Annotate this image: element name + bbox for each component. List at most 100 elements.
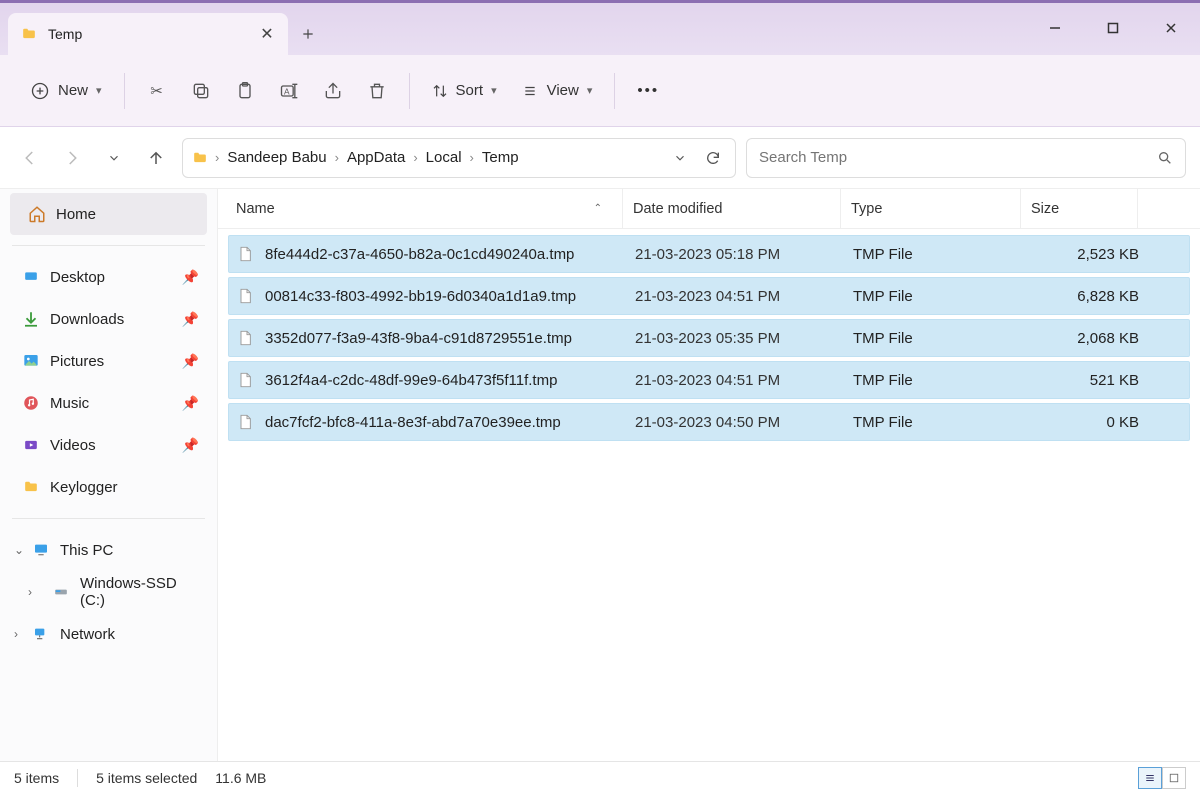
file-name: 8fe444d2-c37a-4650-b82a-0c1cd490240a.tmp <box>265 246 635 263</box>
forward-button[interactable] <box>56 142 88 174</box>
home-icon <box>28 205 46 223</box>
rename-button[interactable]: A <box>269 73 309 109</box>
column-header-type[interactable]: Type <box>840 189 1020 228</box>
separator <box>124 73 125 109</box>
share-icon <box>323 81 343 101</box>
sidebar-item-label: Keylogger <box>50 479 118 496</box>
view-toggle <box>1138 767 1186 789</box>
sidebar-network[interactable]: › Network <box>4 613 213 655</box>
scissors-icon: ✂ <box>147 81 167 101</box>
pin-icon: 📌 <box>182 353 199 370</box>
new-button[interactable]: New ▾ <box>20 73 112 109</box>
maximize-button[interactable] <box>1084 3 1142 53</box>
search-input[interactable] <box>759 149 1157 166</box>
column-header-date[interactable]: Date modified <box>622 189 840 228</box>
details-view-button[interactable] <box>1138 767 1162 789</box>
file-size: 521 KB <box>1033 372 1143 389</box>
download-icon <box>22 310 40 328</box>
sort-label: Sort <box>456 82 484 99</box>
breadcrumb-item[interactable]: Temp <box>480 147 521 168</box>
sidebar-item-desktop[interactable]: Desktop 📌 <box>4 256 213 298</box>
breadcrumb-item[interactable]: AppData <box>345 147 407 168</box>
chevron-right-icon: › <box>335 150 339 165</box>
sidebar-this-pc[interactable]: ⌄ This PC <box>4 529 213 571</box>
minimize-button[interactable] <box>1026 3 1084 53</box>
view-button[interactable]: View ▾ <box>511 74 603 107</box>
sidebar-item-videos[interactable]: Videos 📌 <box>4 424 213 466</box>
address-dropdown-button[interactable] <box>667 151 693 165</box>
pin-icon: 📌 <box>182 437 199 454</box>
sidebar: Home Desktop 📌 Downloads 📌 Pictures 📌 Mu… <box>0 189 218 761</box>
chevron-down-icon <box>673 151 687 165</box>
chevron-right-icon: › <box>470 150 474 165</box>
folder-icon <box>22 478 40 496</box>
pin-icon: 📌 <box>182 269 199 286</box>
search-box[interactable] <box>746 138 1186 178</box>
paste-icon <box>235 81 255 101</box>
address-bar[interactable]: › Sandeep Babu › AppData › Local › Temp <box>182 138 736 178</box>
file-date: 21-03-2023 04:50 PM <box>635 414 853 431</box>
table-row[interactable]: 3612f4a4-c2dc-48df-99e9-64b473f5f11f.tmp… <box>228 361 1190 399</box>
file-type: TMP File <box>853 372 1033 389</box>
new-tab-button[interactable] <box>288 13 328 55</box>
delete-button[interactable] <box>357 73 397 109</box>
file-date: 21-03-2023 04:51 PM <box>635 288 853 305</box>
overflow-button[interactable]: ••• <box>627 74 669 107</box>
column-headers: Name ⌃ Date modified Type Size <box>218 189 1200 229</box>
sort-button[interactable]: Sort ▾ <box>422 74 507 107</box>
folder-icon <box>191 151 209 165</box>
sidebar-item-label: Downloads <box>50 311 124 328</box>
recent-button[interactable] <box>98 142 130 174</box>
arrow-right-icon <box>63 149 81 167</box>
tab-title: Temp <box>48 26 248 42</box>
sidebar-item-pictures[interactable]: Pictures 📌 <box>4 340 213 382</box>
view-label: View <box>547 82 579 99</box>
table-row[interactable]: dac7fcf2-bfc8-411a-8e3f-abd7a70e39ee.tmp… <box>228 403 1190 441</box>
videos-icon <box>22 436 40 454</box>
sidebar-drive-label: Windows-SSD (C:) <box>80 575 203 609</box>
table-row[interactable]: 3352d077-f3a9-43f8-9ba4-c91d8729551e.tmp… <box>228 319 1190 357</box>
table-row[interactable]: 8fe444d2-c37a-4650-b82a-0c1cd490240a.tmp… <box>228 235 1190 273</box>
status-size: 11.6 MB <box>215 770 266 786</box>
sidebar-home[interactable]: Home <box>10 193 207 235</box>
ellipsis-icon: ••• <box>637 82 659 99</box>
chevron-down-icon: ▾ <box>96 84 102 97</box>
sidebar-item-downloads[interactable]: Downloads 📌 <box>4 298 213 340</box>
back-button[interactable] <box>14 142 46 174</box>
chevron-down-icon: ▾ <box>491 84 497 97</box>
up-button[interactable] <box>140 142 172 174</box>
close-tab-button[interactable]: ✕ <box>258 25 276 43</box>
column-header-name[interactable]: Name ⌃ <box>236 201 622 217</box>
music-icon <box>22 394 40 412</box>
sidebar-item-music[interactable]: Music 📌 <box>4 382 213 424</box>
arrow-up-icon <box>147 149 165 167</box>
table-row[interactable]: 00814c33-f803-4992-bb19-6d0340a1d1a9.tmp… <box>228 277 1190 315</box>
svg-text:A: A <box>284 86 290 96</box>
cut-button[interactable]: ✂ <box>137 73 177 109</box>
share-button[interactable] <box>313 73 353 109</box>
breadcrumb-item[interactable]: Local <box>424 147 464 168</box>
file-name: 3612f4a4-c2dc-48df-99e9-64b473f5f11f.tmp <box>265 372 635 389</box>
separator <box>12 245 205 246</box>
sidebar-item-keylogger[interactable]: Keylogger <box>4 466 213 508</box>
file-date: 21-03-2023 05:35 PM <box>635 330 853 347</box>
breadcrumb-item[interactable]: Sandeep Babu <box>225 147 328 168</box>
thumbnails-view-button[interactable] <box>1162 767 1186 789</box>
grid-icon <box>1168 773 1180 783</box>
window-tab[interactable]: Temp ✕ <box>8 13 288 55</box>
sidebar-drive-c[interactable]: › Windows-SSD (C:) <box>4 571 213 613</box>
file-type: TMP File <box>853 414 1033 431</box>
close-window-button[interactable] <box>1142 3 1200 53</box>
column-name-label: Name <box>236 201 275 217</box>
sidebar-home-label: Home <box>56 206 96 223</box>
new-icon <box>30 81 50 101</box>
file-icon <box>237 413 255 431</box>
refresh-button[interactable] <box>699 150 727 166</box>
file-type: TMP File <box>853 246 1033 263</box>
copy-button[interactable] <box>181 73 221 109</box>
column-header-size[interactable]: Size <box>1020 189 1138 228</box>
chevron-down-icon: ⌄ <box>14 543 24 557</box>
body: Home Desktop 📌 Downloads 📌 Pictures 📌 Mu… <box>0 189 1200 761</box>
paste-button[interactable] <box>225 73 265 109</box>
file-pane: Name ⌃ Date modified Type Size 8fe444d2-… <box>218 189 1200 761</box>
